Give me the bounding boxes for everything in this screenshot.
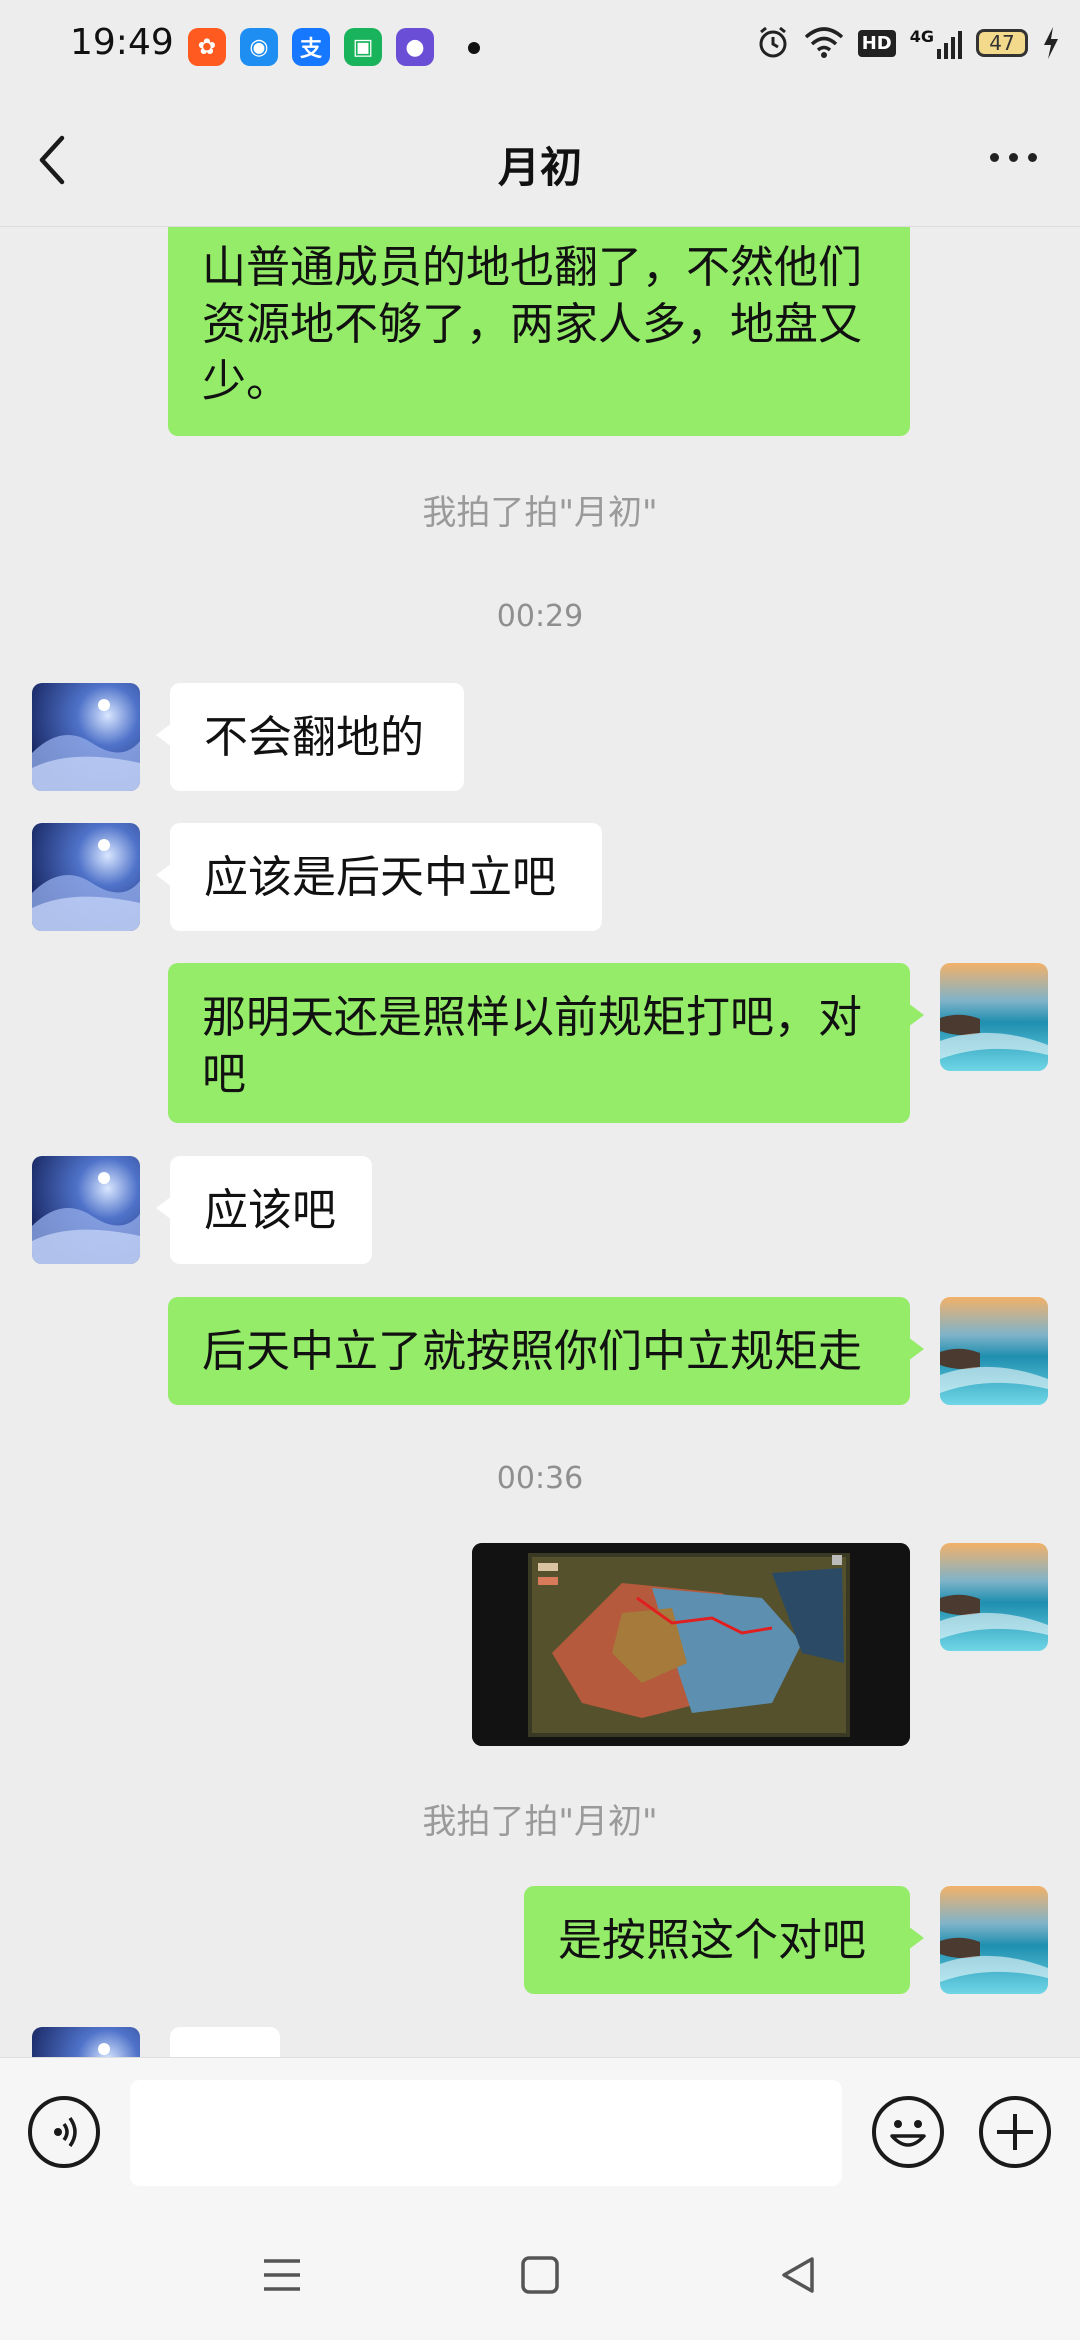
message-text: 吧: [202, 1049, 246, 1100]
message-bubble-outgoing[interactable]: 那明天还是照样以前规矩打吧，对 吧: [168, 963, 924, 1123]
contact-avatar[interactable]: [32, 823, 140, 931]
message-bubble-incoming[interactable]: 不会翻地的: [156, 683, 464, 791]
voice-input-icon[interactable]: [28, 2096, 100, 2168]
message-text: 是按照这个对吧: [558, 1915, 866, 1966]
contact-avatar[interactable]: [32, 2027, 140, 2057]
message-text: 不会翻地的: [204, 712, 424, 763]
browser-app-icon: ◉: [240, 28, 278, 66]
game-map-image: [472, 1543, 910, 1746]
contact-avatar[interactable]: [32, 683, 140, 791]
message-bubble-outgoing[interactable]: 山普通成员的地也翻了，不然他们 资源地不够了，两家人多，地盘又 少。: [168, 227, 910, 436]
message-text: 应该是后天中立吧: [204, 852, 556, 903]
chat-header: 月初: [0, 96, 1080, 227]
system-icons: HD 4G 47: [756, 26, 1060, 60]
message-bubble-outgoing[interactable]: 是按照这个对吧: [524, 1886, 924, 1994]
more-functions-plus-icon[interactable]: [979, 2096, 1051, 2168]
pat-notice: 我拍了拍"月初": [422, 493, 658, 533]
timestamp: 00:29: [496, 599, 584, 634]
recent-apps-menu-icon[interactable]: [260, 2253, 304, 2297]
image-message-map[interactable]: [472, 1543, 910, 1746]
message-bubble-outgoing[interactable]: 后天中立了就按照你们中立规矩走: [168, 1297, 924, 1405]
battery-icon: 47: [976, 29, 1028, 57]
my-avatar[interactable]: [940, 1886, 1048, 1994]
message-input-bar: [0, 2057, 1080, 2208]
alarm-icon: [759, 26, 787, 58]
message-bubble-incoming[interactable]: [170, 2027, 280, 2057]
status-bar: 19:49 ✿ ◉ 支 ▣ ● HD 4G 47: [0, 0, 1080, 96]
system-back-triangle-icon[interactable]: [776, 2253, 820, 2297]
timestamp: 00:36: [496, 1461, 584, 1496]
charging-icon: [1044, 27, 1058, 59]
hd-icon: HD: [857, 29, 896, 57]
chat-title: 月初: [497, 143, 582, 192]
shop-app-icon: ▣: [344, 28, 382, 66]
emoji-icon[interactable]: [872, 2096, 944, 2168]
pat-notice: 我拍了拍"月初": [422, 1802, 658, 1842]
message-text: 应该吧: [204, 1185, 336, 1236]
message-text: 后天中立了就按照你们中立规矩走: [202, 1326, 862, 1377]
message-text: 资源地不够了，两家人多，地盘又: [202, 299, 862, 350]
message-bubble-incoming[interactable]: 应该吧: [156, 1156, 372, 1264]
message-list[interactable]: 山普通成员的地也翻了，不然他们 资源地不够了，两家人多，地盘又 少。 我拍了拍"…: [0, 227, 1080, 2057]
more-notifications-dot: [468, 42, 480, 54]
more-options-icon[interactable]: [990, 142, 1050, 172]
system-navigation-bar: [0, 2207, 1080, 2340]
status-time: 19:49: [70, 22, 174, 63]
music-app-icon: ●: [396, 28, 434, 66]
notification-icons: ✿ ◉ 支 ▣ ●: [188, 28, 434, 66]
home-square-icon[interactable]: [518, 2253, 562, 2297]
message-bubble-incoming[interactable]: 应该是后天中立吧: [156, 823, 602, 931]
my-avatar[interactable]: [940, 963, 1048, 1071]
my-avatar[interactable]: [940, 1297, 1048, 1405]
network-type-label: 4G: [909, 27, 934, 46]
message-text: 山普通成员的地也翻了，不然他们: [202, 242, 862, 293]
kuaishou-app-icon: ✿: [188, 28, 226, 66]
message-text: 那明天还是照样以前规矩打吧，对: [202, 992, 862, 1043]
my-avatar[interactable]: [940, 1543, 1048, 1651]
alipay-app-icon: 支: [292, 28, 330, 66]
message-text: 少。: [202, 356, 290, 407]
signal-4g-icon: 4G: [910, 27, 962, 59]
wifi-icon: [804, 27, 843, 58]
contact-avatar[interactable]: [32, 1156, 140, 1264]
message-input[interactable]: [130, 2080, 842, 2186]
